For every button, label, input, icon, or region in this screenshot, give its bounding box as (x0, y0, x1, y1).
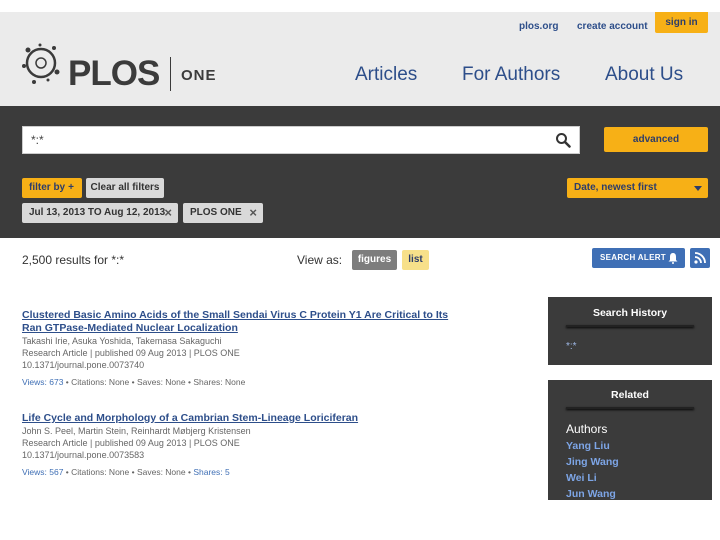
nav-about-us[interactable]: About Us (605, 64, 683, 86)
result-info: Research Article | published 09 Aug 2013… (22, 348, 240, 358)
chip-label: Jul 13, 2013 TO Aug 12, 2013 (29, 207, 166, 218)
result-stats: Views: 673 • Citations: None • Saves: No… (22, 377, 522, 387)
filter-chip-journal: PLOS ONE × (183, 203, 263, 223)
nav-articles[interactable]: Articles (355, 64, 417, 86)
clear-filters-button[interactable]: Clear all filters (86, 178, 164, 198)
search-query: *:* (31, 133, 44, 147)
logo-text[interactable]: PLOS (68, 56, 160, 91)
filter-by-button[interactable]: filter by + (22, 178, 82, 198)
bell-icon (668, 253, 678, 264)
result-doi: 10.1371/journal.pone.0073583 (22, 450, 145, 460)
related-panel: Related Authors Yang Liu Jing Wang Wei L… (548, 380, 712, 500)
result-title-line[interactable]: Life Cycle and Morphology of a Cambrian … (22, 412, 522, 425)
history-item[interactable]: *:* (566, 341, 577, 352)
related-author[interactable]: Jing Wang (566, 456, 619, 468)
result-title-line[interactable]: Ran GTPase-Mediated Nuclear Localization (22, 322, 522, 335)
view-as-label: View as: (297, 253, 343, 267)
rss-icon (694, 252, 706, 264)
close-icon[interactable]: × (164, 203, 172, 223)
plos-org-link[interactable]: plos.org (519, 21, 558, 32)
result-item: Clustered Basic Amino Acids of the Small… (22, 309, 522, 387)
authors-heading: Authors (566, 422, 608, 436)
view-figures-button[interactable]: figures (352, 250, 397, 270)
close-icon[interactable]: × (249, 203, 257, 223)
result-item: Life Cycle and Morphology of a Cambrian … (22, 412, 522, 477)
result-stats: Views: 567 • Citations: None • Saves: No… (22, 467, 522, 477)
shares-link[interactable]: Shares: 5 (193, 467, 229, 477)
results-count: 2,500 results for *:* (22, 253, 125, 267)
stats-rest: • Citations: None • Saves: None • Shares… (63, 377, 246, 387)
result-doi: 10.1371/journal.pone.0073740 (22, 360, 145, 370)
result-info: Research Article | published 09 Aug 2013… (22, 438, 240, 448)
sort-select[interactable]: Date, newest first (567, 178, 708, 198)
rss-button[interactable] (690, 248, 710, 268)
views-link[interactable]: Views: 673 (22, 377, 63, 387)
plos-logo-icon (22, 43, 60, 84)
search-alert-button[interactable]: SEARCH ALERT (592, 248, 685, 268)
caret-down-icon (694, 186, 702, 191)
plus-icon: + (68, 182, 74, 193)
divider (566, 325, 694, 327)
search-history-title: Search History (592, 307, 668, 319)
sort-value: Date, newest first (574, 182, 657, 193)
views-link[interactable]: Views: 567 (22, 467, 63, 477)
search-alert-label: SEARCH ALERT (600, 253, 666, 262)
divider (566, 407, 694, 409)
view-list-button[interactable]: list (402, 250, 429, 270)
sign-in-button[interactable]: sign in (655, 12, 708, 33)
logo-subtitle: ONE (181, 67, 217, 84)
related-author[interactable]: Jun Wang (566, 488, 616, 500)
related-author[interactable]: Yang Liu (566, 440, 610, 452)
result-authors: John S. Peel, Martin Stein, Reinhardt Mø… (22, 426, 251, 436)
create-account-link[interactable]: create account (577, 21, 648, 32)
site-header: plos.org create account sign in PLOS ONE… (0, 12, 720, 106)
chip-label: PLOS ONE (190, 207, 242, 218)
search-input[interactable]: *:* (22, 126, 580, 154)
filter-chip-date: Jul 13, 2013 TO Aug 12, 2013 × (22, 203, 178, 223)
page: plos.org create account sign in PLOS ONE… (0, 0, 720, 540)
stats-rest: • Citations: None • Saves: None • (63, 467, 194, 477)
filter-by-label: filter by (29, 182, 66, 193)
search-icon[interactable] (555, 132, 571, 148)
search-history-panel: Search History *:* (548, 297, 712, 365)
logo-divider (170, 57, 171, 91)
related-author[interactable]: Wei Li (566, 472, 597, 484)
related-title: Related (611, 389, 649, 401)
result-title-line[interactable]: Clustered Basic Amino Acids of the Small… (22, 309, 522, 322)
nav-for-authors[interactable]: For Authors (462, 64, 560, 86)
advanced-search-button[interactable]: advanced (604, 127, 708, 152)
result-authors: Takashi Irie, Asuka Yoshida, Takemasa Sa… (22, 336, 222, 346)
